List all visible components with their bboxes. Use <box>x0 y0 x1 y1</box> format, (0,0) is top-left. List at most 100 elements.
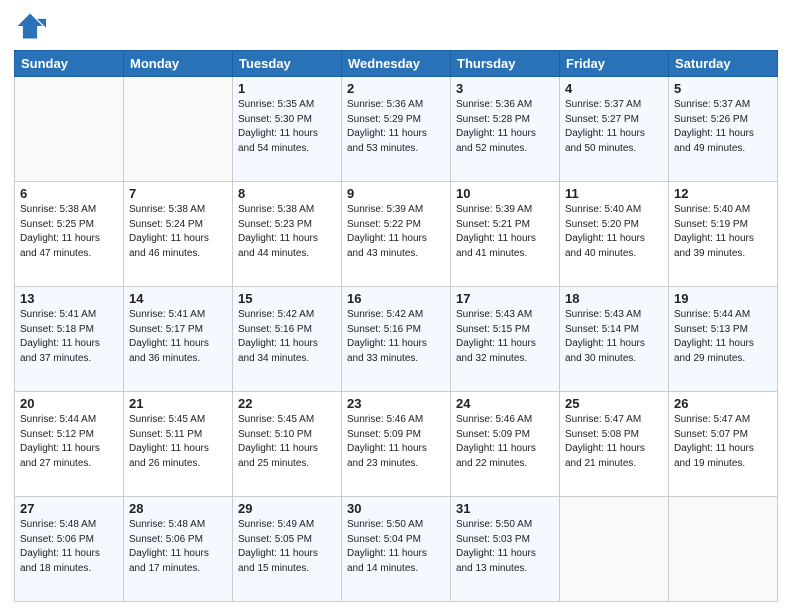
calendar-cell <box>560 497 669 602</box>
calendar-cell: 11 Sunrise: 5:40 AM Sunset: 5:20 PM Dayli… <box>560 182 669 287</box>
calendar-cell <box>669 497 778 602</box>
day-number: 10 <box>456 186 554 201</box>
day-info: Sunrise: 5:37 AM Sunset: 5:26 PM Dayligh… <box>674 98 772 156</box>
day-info: Sunrise: 5:43 AM Sunset: 5:14 PM Dayligh… <box>565 308 663 366</box>
calendar-cell: 1Sunrise: 5:35 AM Sunset: 5:30 PM Daylig… <box>233 77 342 182</box>
day-number: 20 <box>20 396 118 411</box>
day-number: 8 <box>238 186 336 201</box>
day-number: 15 <box>238 291 336 306</box>
day-number: 11 <box>565 186 663 201</box>
calendar-cell: 7 Sunrise: 5:38 AM Sunset: 5:24 PM Daylig… <box>124 182 233 287</box>
calendar-cell: 15 Sunrise: 5:42 AM Sunset: 5:16 PM Dayli… <box>233 287 342 392</box>
calendar-cell: 3 Sunrise: 5:36 AM Sunset: 5:28 PM Daylig… <box>451 77 560 182</box>
calendar-cell: 17 Sunrise: 5:43 AM Sunset: 5:15 PM Dayli… <box>451 287 560 392</box>
calendar-cell <box>124 77 233 182</box>
day-info: Sunrise: 5:36 AM Sunset: 5:28 PM Dayligh… <box>456 98 554 156</box>
day-info: Sunrise: 5:48 AM Sunset: 5:06 PM Dayligh… <box>20 518 118 576</box>
calendar-week-5: 27 Sunrise: 5:48 AM Sunset: 5:06 PM Dayli… <box>15 497 778 602</box>
calendar-cell: 6 Sunrise: 5:38 AM Sunset: 5:25 PM Daylig… <box>15 182 124 287</box>
day-info: Sunrise: 5:46 AM Sunset: 5:09 PM Dayligh… <box>456 413 554 471</box>
day-info: Sunrise: 5:35 AM Sunset: 5:30 PM Dayligh… <box>238 98 336 156</box>
calendar-week-4: 20 Sunrise: 5:44 AM Sunset: 5:12 PM Dayli… <box>15 392 778 497</box>
calendar-cell: 9 Sunrise: 5:39 AM Sunset: 5:22 PM Daylig… <box>342 182 451 287</box>
day-number: 28 <box>129 501 227 516</box>
calendar-cell: 2Sunrise: 5:36 AM Sunset: 5:29 PM Daylig… <box>342 77 451 182</box>
day-number: 6 <box>20 186 118 201</box>
day-info: Sunrise: 5:44 AM Sunset: 5:12 PM Dayligh… <box>20 413 118 471</box>
calendar-cell: 8 Sunrise: 5:38 AM Sunset: 5:23 PM Daylig… <box>233 182 342 287</box>
day-number: 25 <box>565 396 663 411</box>
day-info: Sunrise: 5:44 AM Sunset: 5:13 PM Dayligh… <box>674 308 772 366</box>
weekday-header-thursday: Thursday <box>451 51 560 77</box>
calendar-cell: 14 Sunrise: 5:41 AM Sunset: 5:17 PM Dayli… <box>124 287 233 392</box>
day-info: Sunrise: 5:40 AM Sunset: 5:20 PM Dayligh… <box>565 203 663 261</box>
day-info: Sunrise: 5:38 AM Sunset: 5:23 PM Dayligh… <box>238 203 336 261</box>
day-info: Sunrise: 5:47 AM Sunset: 5:08 PM Dayligh… <box>565 413 663 471</box>
weekday-header-saturday: Saturday <box>669 51 778 77</box>
day-number: 29 <box>238 501 336 516</box>
day-number: 21 <box>129 396 227 411</box>
day-number: 22 <box>238 396 336 411</box>
day-info: Sunrise: 5:41 AM Sunset: 5:18 PM Dayligh… <box>20 308 118 366</box>
day-info: Sunrise: 5:50 AM Sunset: 5:04 PM Dayligh… <box>347 518 445 576</box>
day-number: 9 <box>347 186 445 201</box>
day-number: 17 <box>456 291 554 306</box>
day-info: Sunrise: 5:47 AM Sunset: 5:07 PM Dayligh… <box>674 413 772 471</box>
weekday-header-wednesday: Wednesday <box>342 51 451 77</box>
day-info: Sunrise: 5:37 AM Sunset: 5:27 PM Dayligh… <box>565 98 663 156</box>
calendar-cell: 23 Sunrise: 5:46 AM Sunset: 5:09 PM Dayli… <box>342 392 451 497</box>
calendar-cell: 18 Sunrise: 5:43 AM Sunset: 5:14 PM Dayli… <box>560 287 669 392</box>
logo <box>14 10 50 42</box>
calendar-week-1: 1Sunrise: 5:35 AM Sunset: 5:30 PM Daylig… <box>15 77 778 182</box>
calendar-cell: 30 Sunrise: 5:50 AM Sunset: 5:04 PM Dayli… <box>342 497 451 602</box>
day-number: 26 <box>674 396 772 411</box>
weekday-header-monday: Monday <box>124 51 233 77</box>
calendar-cell: 29 Sunrise: 5:49 AM Sunset: 5:05 PM Dayli… <box>233 497 342 602</box>
day-number: 12 <box>674 186 772 201</box>
calendar-header-row: SundayMondayTuesdayWednesdayThursdayFrid… <box>15 51 778 77</box>
day-info: Sunrise: 5:38 AM Sunset: 5:24 PM Dayligh… <box>129 203 227 261</box>
day-info: Sunrise: 5:46 AM Sunset: 5:09 PM Dayligh… <box>347 413 445 471</box>
calendar-cell: 31Sunrise: 5:50 AM Sunset: 5:03 PM Dayli… <box>451 497 560 602</box>
day-number: 18 <box>565 291 663 306</box>
day-info: Sunrise: 5:36 AM Sunset: 5:29 PM Dayligh… <box>347 98 445 156</box>
day-number: 3 <box>456 81 554 96</box>
calendar-cell: 21 Sunrise: 5:45 AM Sunset: 5:11 PM Dayli… <box>124 392 233 497</box>
day-info: Sunrise: 5:49 AM Sunset: 5:05 PM Dayligh… <box>238 518 336 576</box>
weekday-header-tuesday: Tuesday <box>233 51 342 77</box>
day-number: 30 <box>347 501 445 516</box>
calendar-table: SundayMondayTuesdayWednesdayThursdayFrid… <box>14 50 778 602</box>
day-info: Sunrise: 5:45 AM Sunset: 5:11 PM Dayligh… <box>129 413 227 471</box>
day-info: Sunrise: 5:50 AM Sunset: 5:03 PM Dayligh… <box>456 518 554 576</box>
day-number: 14 <box>129 291 227 306</box>
calendar-cell: 26 Sunrise: 5:47 AM Sunset: 5:07 PM Dayli… <box>669 392 778 497</box>
day-info: Sunrise: 5:38 AM Sunset: 5:25 PM Dayligh… <box>20 203 118 261</box>
calendar-cell: 19 Sunrise: 5:44 AM Sunset: 5:13 PM Dayli… <box>669 287 778 392</box>
day-number: 5 <box>674 81 772 96</box>
calendar-cell: 12Sunrise: 5:40 AM Sunset: 5:19 PM Dayli… <box>669 182 778 287</box>
day-number: 13 <box>20 291 118 306</box>
day-info: Sunrise: 5:42 AM Sunset: 5:16 PM Dayligh… <box>238 308 336 366</box>
calendar-cell: 13 Sunrise: 5:41 AM Sunset: 5:18 PM Dayli… <box>15 287 124 392</box>
logo-icon <box>14 10 46 42</box>
day-number: 16 <box>347 291 445 306</box>
day-number: 19 <box>674 291 772 306</box>
weekday-header-sunday: Sunday <box>15 51 124 77</box>
calendar-cell: 4Sunrise: 5:37 AM Sunset: 5:27 PM Daylig… <box>560 77 669 182</box>
day-number: 23 <box>347 396 445 411</box>
calendar-week-2: 6 Sunrise: 5:38 AM Sunset: 5:25 PM Daylig… <box>15 182 778 287</box>
day-info: Sunrise: 5:48 AM Sunset: 5:06 PM Dayligh… <box>129 518 227 576</box>
day-number: 7 <box>129 186 227 201</box>
weekday-header-friday: Friday <box>560 51 669 77</box>
day-number: 27 <box>20 501 118 516</box>
calendar-cell: 20 Sunrise: 5:44 AM Sunset: 5:12 PM Dayli… <box>15 392 124 497</box>
day-info: Sunrise: 5:41 AM Sunset: 5:17 PM Dayligh… <box>129 308 227 366</box>
day-info: Sunrise: 5:43 AM Sunset: 5:15 PM Dayligh… <box>456 308 554 366</box>
calendar-cell: 16 Sunrise: 5:42 AM Sunset: 5:16 PM Dayli… <box>342 287 451 392</box>
calendar-cell: 24Sunrise: 5:46 AM Sunset: 5:09 PM Dayli… <box>451 392 560 497</box>
day-info: Sunrise: 5:42 AM Sunset: 5:16 PM Dayligh… <box>347 308 445 366</box>
calendar-cell: 25 Sunrise: 5:47 AM Sunset: 5:08 PM Dayli… <box>560 392 669 497</box>
calendar-cell: 10 Sunrise: 5:39 AM Sunset: 5:21 PM Dayli… <box>451 182 560 287</box>
day-info: Sunrise: 5:39 AM Sunset: 5:22 PM Dayligh… <box>347 203 445 261</box>
day-info: Sunrise: 5:39 AM Sunset: 5:21 PM Dayligh… <box>456 203 554 261</box>
